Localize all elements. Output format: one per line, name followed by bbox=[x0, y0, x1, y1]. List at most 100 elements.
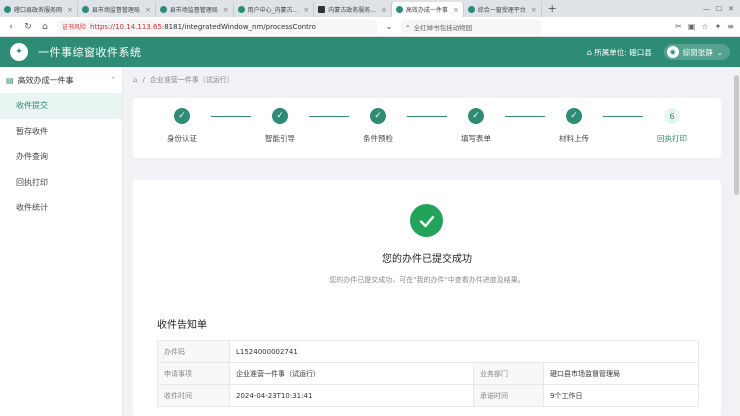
tab-label: 综合一窗受理平台 bbox=[477, 7, 526, 14]
browser-tab[interactable]: 用户中心_内蒙古... × bbox=[234, 2, 315, 17]
result-panel: 您的办件已提交成功 您的办件已提交成功，可在"我的办件"中查看办件进度及结果。 … bbox=[133, 180, 721, 416]
table-row: 申请事项 企业准营一件事（试运行） 业务部门 磴口县市场监督管理局 bbox=[157, 362, 699, 385]
tab-favicon-icon bbox=[395, 6, 403, 13]
step-number: 6 bbox=[664, 108, 680, 124]
favorite-icon[interactable]: ☆ bbox=[701, 22, 708, 31]
tab-favicon-icon bbox=[467, 6, 475, 13]
url-text: https://10.14.113.65:8181/integratedWind… bbox=[90, 23, 316, 31]
check-icon: ✓ bbox=[272, 108, 288, 124]
tab-label: 磴口县政务服务网 bbox=[14, 7, 63, 14]
check-icon: ✓ bbox=[566, 108, 582, 124]
tab-favicon-icon bbox=[4, 6, 11, 13]
home-icon[interactable]: ⌂ bbox=[133, 76, 137, 84]
refresh-icon[interactable]: ↻ bbox=[23, 22, 33, 32]
dropdown-icon[interactable]: ⌄ bbox=[384, 22, 394, 32]
breadcrumb: ⌂ / 企业准营一件事（试运行） bbox=[133, 72, 234, 88]
sidebar: ▤ 高效办成一件事 ⌃ 收件提交 暂存收件 办件查询 回执打印 收件统计 bbox=[0, 67, 123, 416]
app-logo-icon: ✦ bbox=[10, 43, 28, 61]
browser-tab[interactable]: 内蒙古政务服务... × bbox=[314, 2, 392, 17]
tab-label: 内蒙古政务服务... bbox=[328, 7, 377, 14]
browser-tab[interactable]: 县市场监督管理局 × bbox=[156, 2, 234, 17]
url-field[interactable]: 证书风险 https://10.14.113.65:8181/integrate… bbox=[57, 19, 377, 34]
extension-icon[interactable]: ▣ bbox=[688, 22, 696, 31]
field-value: L1524000002741 bbox=[229, 340, 699, 363]
sidebar-group[interactable]: ▤ 高效办成一件事 ⌃ bbox=[0, 67, 122, 93]
browser-tab[interactable]: 县市场监督管理局 × bbox=[78, 2, 156, 17]
user-menu[interactable]: ◉ 综窗张静 ⌄ bbox=[663, 44, 730, 60]
maximize-icon[interactable]: ☐ bbox=[716, 5, 722, 13]
browser-tab[interactable]: 综合一窗受理平台 × bbox=[464, 2, 542, 17]
close-tab-icon[interactable]: × bbox=[303, 6, 309, 14]
breadcrumb-current: 企业准营一件事（试运行） bbox=[149, 76, 234, 84]
app-title: 一件事综窗收件系统 bbox=[38, 46, 142, 59]
address-bar: ‹ ↻ ⌂ 证书风险 https://10.14.113.65:8181/int… bbox=[0, 17, 740, 37]
notice-table: 办件码 L1524000002741 申请事项 企业准营一件事（试运行） 业务部… bbox=[157, 340, 699, 407]
close-tab-icon[interactable]: × bbox=[381, 6, 387, 14]
minimize-icon[interactable]: — bbox=[703, 5, 710, 13]
sidebar-item-stats[interactable]: 收件统计 bbox=[0, 195, 122, 221]
sidebar-item-query[interactable]: 办件查询 bbox=[0, 144, 122, 170]
tab-label: 县市场监督管理局 bbox=[169, 7, 218, 14]
chevron-up-icon: ⌃ bbox=[110, 76, 116, 84]
step-form: ✓ 填写表单 bbox=[441, 108, 511, 144]
check-icon: ✓ bbox=[370, 108, 386, 124]
cut-icon[interactable]: ✂ bbox=[675, 22, 682, 31]
back-icon[interactable]: ‹ bbox=[6, 22, 16, 32]
step-label: 填写表单 bbox=[461, 134, 491, 143]
table-row: 收件时间 2024-04-23T10:31:41 承诺时间 9个工作日 bbox=[157, 384, 699, 407]
browser-tab-active[interactable]: 高效办成一件事 × bbox=[391, 2, 464, 17]
field-label: 办件码 bbox=[157, 340, 230, 363]
home-icon[interactable]: ⌂ bbox=[40, 22, 50, 32]
step-label: 身份认证 bbox=[167, 134, 197, 143]
sidebar-group-label: 高效办成一件事 bbox=[17, 75, 74, 85]
close-tab-icon[interactable]: × bbox=[453, 6, 459, 14]
field-label: 申请事项 bbox=[157, 362, 230, 385]
unit-info: ⌂ 所属单位: 磴口县 bbox=[587, 47, 652, 58]
puzzle-icon[interactable]: ✦ bbox=[715, 22, 722, 31]
browser-tab-bar: 磴口县政务服务网 × 县市场监督管理局 × 县市场监督管理局 × 用户中心_内蒙古..… bbox=[0, 0, 740, 17]
scroll-thumb[interactable] bbox=[734, 75, 739, 195]
close-tab-icon[interactable]: × bbox=[67, 6, 73, 14]
close-tab-icon[interactable]: × bbox=[531, 6, 537, 14]
user-name: 综窗张静 bbox=[682, 47, 713, 57]
user-avatar-icon: ◉ bbox=[666, 46, 679, 58]
step-upload: ✓ 材料上传 bbox=[539, 108, 609, 144]
url-host: https://10.14.113.65 bbox=[90, 22, 162, 31]
sidebar-item-submit[interactable]: 收件提交 bbox=[0, 93, 122, 119]
field-label: 承诺时间 bbox=[473, 384, 544, 407]
sidebar-item-receipt[interactable]: 回执打印 bbox=[0, 170, 122, 196]
field-label: 收件时间 bbox=[157, 384, 230, 407]
step-guide: ✓ 智能引导 bbox=[245, 108, 315, 144]
success-subtitle: 您的办件已提交成功，可在"我的办件"中查看办件进度及结果。 bbox=[329, 276, 525, 284]
check-icon: ✓ bbox=[174, 108, 190, 124]
document-icon: ▤ bbox=[6, 75, 14, 85]
step-label: 回执打印 bbox=[657, 134, 687, 143]
success-title: 您的办件已提交成功 bbox=[382, 254, 472, 265]
tab-label: 县市场监督管理局 bbox=[91, 7, 140, 14]
search-field[interactable]: ⌕ 全红婵书包挂动物园 bbox=[401, 19, 541, 34]
tab-favicon-icon bbox=[81, 6, 89, 13]
breadcrumb-separator: / bbox=[142, 76, 145, 84]
new-tab-button[interactable]: + bbox=[542, 2, 563, 15]
extension-bar: ✂ ▣ ☆ ✦ ≡ bbox=[675, 22, 734, 31]
menu-icon[interactable]: ≡ bbox=[727, 22, 734, 31]
close-tab-icon[interactable]: × bbox=[145, 6, 151, 14]
table-row: 办件码 L1524000002741 bbox=[157, 340, 699, 363]
chevron-down-icon: ⌄ bbox=[716, 47, 723, 57]
tab-label: 高效办成一件事 bbox=[405, 7, 448, 14]
success-check-icon bbox=[410, 204, 443, 237]
field-label: 业务部门 bbox=[473, 362, 544, 385]
close-window-icon[interactable]: ✕ bbox=[728, 5, 734, 13]
url-path: :8181/integratedWindow_nm/processContro bbox=[161, 22, 316, 31]
browser-tab[interactable]: 磴口县政务服务网 × bbox=[0, 2, 78, 17]
field-value: 9个工作日 bbox=[543, 384, 699, 407]
sidebar-item-draft[interactable]: 暂存收件 bbox=[0, 119, 122, 145]
close-tab-icon[interactable]: × bbox=[223, 6, 229, 14]
tab-favicon-icon bbox=[159, 6, 167, 13]
page-scrollbar[interactable] bbox=[733, 67, 740, 416]
field-value: 企业准营一件事（试运行） bbox=[229, 362, 474, 385]
step-label: 条件预检 bbox=[363, 134, 393, 143]
building-icon: ⌂ bbox=[586, 47, 592, 57]
certificate-warning[interactable]: 证书风险 bbox=[62, 22, 86, 31]
step-receipt: 6 回执打印 bbox=[637, 108, 707, 144]
